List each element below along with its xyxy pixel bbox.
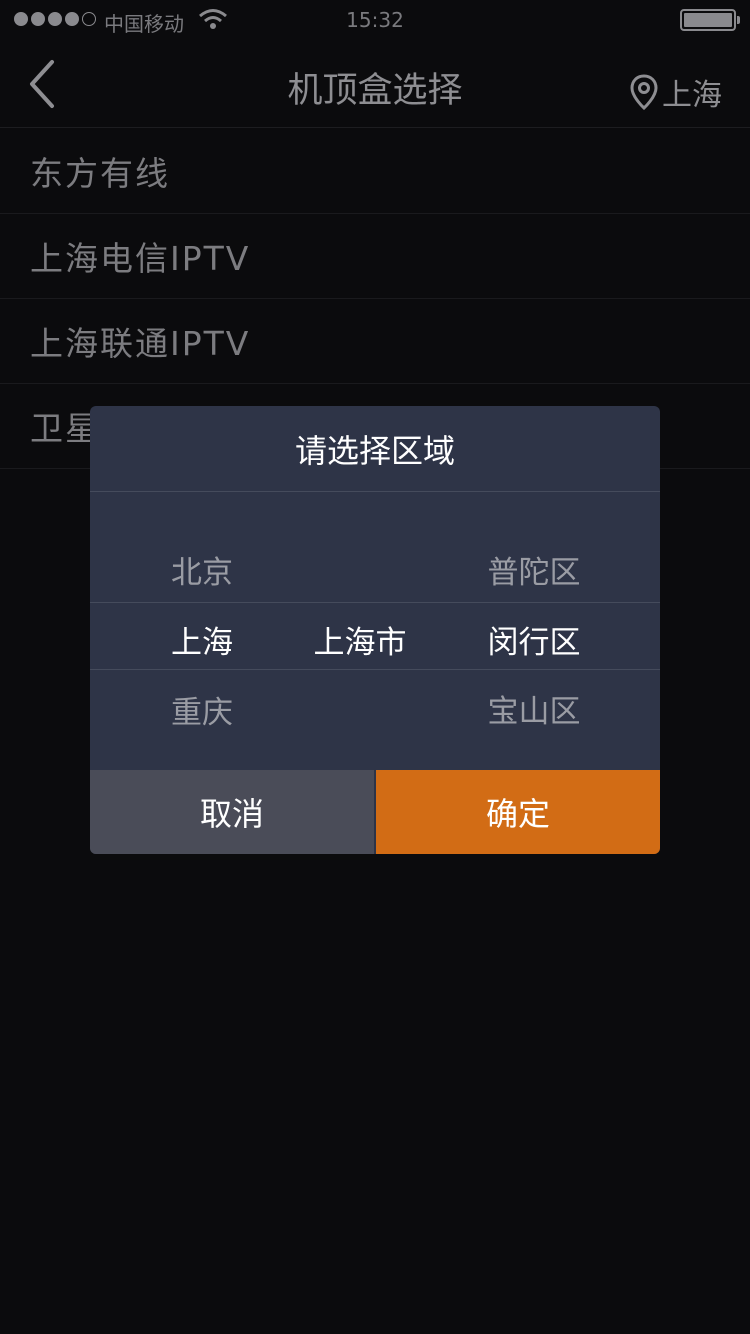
picker-divider <box>90 669 660 670</box>
status-bar: 中国移动 15:32 <box>0 0 750 40</box>
status-time: 15:32 <box>346 8 404 32</box>
list-item-label: 东方有线 <box>30 154 170 193</box>
region-picker-dialog: 请选择区域 北京 上海 重庆 上海市 普陀区 闵行区 宝山区 取消 确定 <box>90 406 660 854</box>
location-selector[interactable]: 上海 <box>630 70 722 114</box>
dialog-button-row: 取消 确定 <box>90 770 660 854</box>
picker-divider <box>90 602 660 603</box>
list-item[interactable]: 东方有线 <box>0 129 750 214</box>
picker-option-district[interactable]: 普陀区 <box>464 547 604 592</box>
dialog-title: 请选择区域 <box>90 406 660 492</box>
picker-option-province[interactable]: 北京 <box>132 547 272 592</box>
picker-selected-district[interactable]: 闵行区 <box>464 617 604 662</box>
picker-selected-city[interactable]: 上海市 <box>290 617 430 662</box>
picker-option-district[interactable]: 宝山区 <box>464 686 604 731</box>
navigation-bar: 机顶盒选择 上海 <box>0 40 750 128</box>
list-item-label: 上海电信IPTV <box>30 239 251 278</box>
confirm-button[interactable]: 确定 <box>374 770 660 854</box>
list-item[interactable]: 上海电信IPTV <box>0 214 750 299</box>
cancel-button[interactable]: 取消 <box>90 770 374 854</box>
list-item-label: 上海联通IPTV <box>30 324 251 363</box>
location-label: 上海 <box>662 78 722 113</box>
region-picker[interactable]: 北京 上海 重庆 上海市 普陀区 闵行区 宝山区 <box>90 492 660 770</box>
picker-selected-province[interactable]: 上海 <box>132 617 272 662</box>
map-pin-icon <box>630 74 658 110</box>
picker-option-province[interactable]: 重庆 <box>132 687 272 732</box>
battery-icon <box>680 9 740 31</box>
list-item[interactable]: 上海联通IPTV <box>0 299 750 384</box>
